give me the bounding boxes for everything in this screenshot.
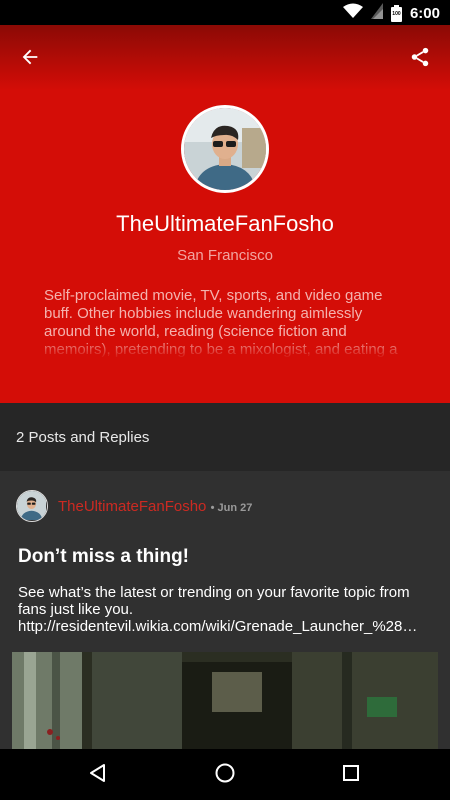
post-body-text: See what’s the latest or trending on you…: [18, 584, 410, 618]
bio-fade-overlay: [44, 337, 404, 359]
battery-level-label: 100: [392, 10, 401, 17]
signal-icon: [370, 2, 383, 24]
profile-header: TheUltimateFanFosho San Francisco Self-p…: [0, 25, 450, 403]
profile-username: TheUltimateFanFosho: [116, 211, 334, 236]
home-circle-icon: [214, 762, 236, 789]
header-top-shade: [0, 25, 450, 90]
post-title: Don’t miss a thing!: [18, 546, 189, 567]
back-button[interactable]: [12, 41, 48, 77]
post-author-avatar[interactable]: [16, 490, 48, 522]
post-body: See what’s the latest or trending on you…: [18, 584, 436, 635]
recents-square-icon: [340, 762, 362, 789]
post-meta: TheUltimateFanFosho • Jun 27: [58, 498, 252, 515]
battery-icon: 100: [390, 4, 402, 22]
profile-bio: Self-proclaimed movie, TV, sports, and v…: [44, 287, 404, 359]
profile-location: San Francisco: [177, 247, 273, 264]
profile-avatar: [181, 105, 269, 193]
post-image[interactable]: [12, 652, 438, 749]
status-time: 6:00: [409, 4, 440, 22]
nav-home-button[interactable]: [212, 762, 238, 788]
post-card[interactable]: TheUltimateFanFosho • Jun 27 Don’t miss …: [0, 471, 450, 749]
posts-count-bar: 2 Posts and Replies: [0, 403, 450, 471]
nav-back-button[interactable]: [85, 762, 111, 788]
system-nav-bar: [0, 749, 450, 800]
post-author-link[interactable]: TheUltimateFanFosho: [58, 498, 206, 515]
share-button[interactable]: [402, 41, 438, 77]
post-date: • Jun 27: [210, 502, 253, 514]
status-icons: 100 6:00: [342, 2, 440, 24]
wifi-icon: [342, 3, 363, 24]
arrow-left-icon: [19, 46, 41, 73]
posts-count-label: 2 Posts and Replies: [16, 429, 150, 446]
back-triangle-icon: [87, 762, 109, 789]
nav-recents-button[interactable]: [338, 762, 364, 788]
share-icon: [409, 46, 431, 73]
status-bar: 100 6:00: [0, 0, 450, 25]
post-link[interactable]: http://residentevil.wikia.com/wiki/Grena…: [18, 618, 428, 635]
